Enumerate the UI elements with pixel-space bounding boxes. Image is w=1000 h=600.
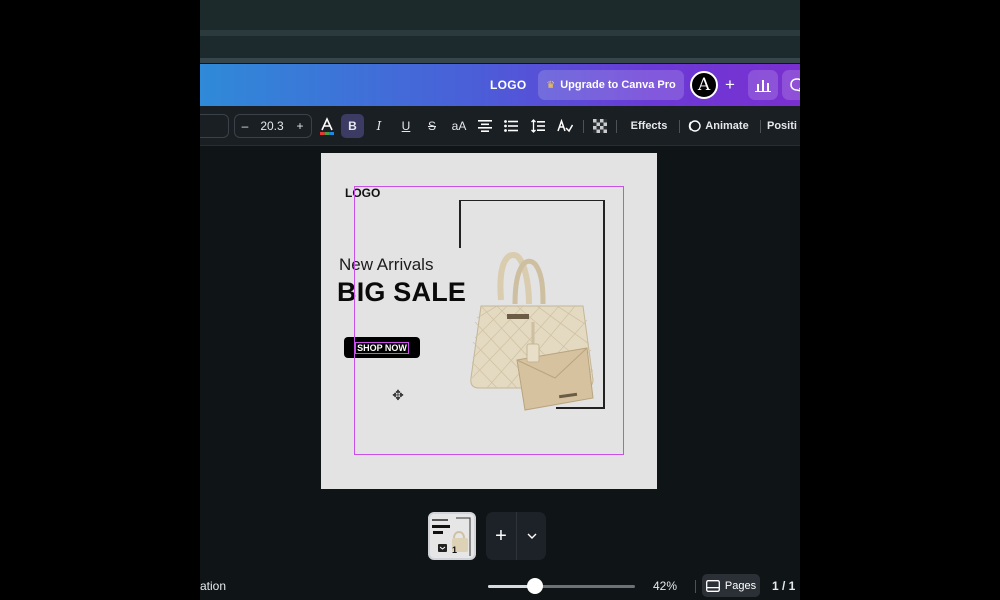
page-counter: 1 / 1 <box>772 579 796 593</box>
canva-editor: LOGO ♛ Upgrade to Canva Pro A + – 20.3 + <box>200 0 800 600</box>
move-icon[interactable]: ✥ <box>390 387 406 403</box>
bullet-list-icon <box>504 120 518 132</box>
design-artboard[interactable]: LOGO New Arrivals BIG SALE SHOP NOW ✥ <box>321 153 657 489</box>
upgrade-button[interactable]: ♛ Upgrade to Canva Pro <box>538 70 684 100</box>
underline-button[interactable]: U <box>396 114 416 138</box>
font-size-input[interactable]: 20.3 <box>256 114 288 138</box>
list-button[interactable] <box>502 114 520 138</box>
align-button[interactable] <box>476 114 494 138</box>
toolbar-divider <box>583 120 584 133</box>
presentation-label[interactable]: ation <box>200 579 226 593</box>
line-spacing-icon <box>531 119 545 133</box>
page-number: 1 <box>452 545 458 555</box>
font-family-select[interactable] <box>200 114 229 138</box>
browser-address-area <box>200 36 800 58</box>
add-page-menu-button[interactable] <box>516 512 546 560</box>
spacing-button[interactable] <box>529 114 547 138</box>
invite-button[interactable]: + <box>718 72 742 98</box>
increase-font-button[interactable]: + <box>292 114 308 138</box>
animate-icon <box>689 120 701 132</box>
add-page-control: + <box>486 512 546 560</box>
checkerboard-icon <box>593 119 607 133</box>
selection-frame <box>354 186 624 455</box>
insights-button[interactable] <box>748 70 778 100</box>
text-toolbar: – 20.3 + B I U S aA Effects Animate Posi… <box>200 106 800 146</box>
text-style-button[interactable] <box>555 114 575 138</box>
pages-label: Pages <box>724 579 757 592</box>
comment-button[interactable] <box>782 70 800 100</box>
animate-label: Animate <box>705 120 749 132</box>
toolbar-divider <box>616 120 617 133</box>
strikethrough-button[interactable]: S <box>422 114 442 138</box>
animate-button[interactable]: Animate <box>686 114 750 138</box>
add-page-button[interactable]: + <box>486 512 516 560</box>
text-color-button[interactable] <box>317 114 337 138</box>
comment-icon <box>790 78 800 92</box>
decrease-font-button[interactable]: – <box>238 114 252 138</box>
canvas-workspace: LOGO New Arrivals BIG SALE SHOP NOW ✥ <box>200 147 800 560</box>
toolbar-divider <box>760 120 761 133</box>
zoom-level[interactable]: 42% <box>653 579 677 593</box>
editor-header: LOGO ♛ Upgrade to Canva Pro A + <box>200 64 800 106</box>
page-thumbnail[interactable]: 1 <box>428 512 476 560</box>
browser-divider <box>200 58 800 63</box>
effects-button[interactable]: Effects <box>624 114 674 138</box>
italic-button[interactable]: I <box>369 114 389 138</box>
letter-case-button[interactable]: aA <box>448 114 470 138</box>
header-logo-label[interactable]: LOGO <box>490 78 527 92</box>
position-button[interactable]: Positi <box>767 114 800 138</box>
avatar[interactable]: A <box>690 71 718 99</box>
browser-top-bar <box>200 0 800 30</box>
pages-button[interactable]: Pages <box>702 574 760 597</box>
crown-icon: ♛ <box>546 79 556 91</box>
bar-chart-icon <box>755 80 771 92</box>
transparency-button[interactable] <box>591 114 609 138</box>
text-effect-icon <box>557 119 573 133</box>
toolbar-divider <box>679 120 680 133</box>
bold-button[interactable]: B <box>341 114 364 138</box>
align-center-icon <box>478 120 492 132</box>
upgrade-label: Upgrade to Canva Pro <box>560 79 676 91</box>
pages-icon <box>705 579 720 592</box>
zoom-slider-handle[interactable] <box>527 578 544 594</box>
chevron-down-icon <box>527 533 536 539</box>
footer-divider <box>695 580 696 593</box>
text-color-icon <box>320 117 334 135</box>
